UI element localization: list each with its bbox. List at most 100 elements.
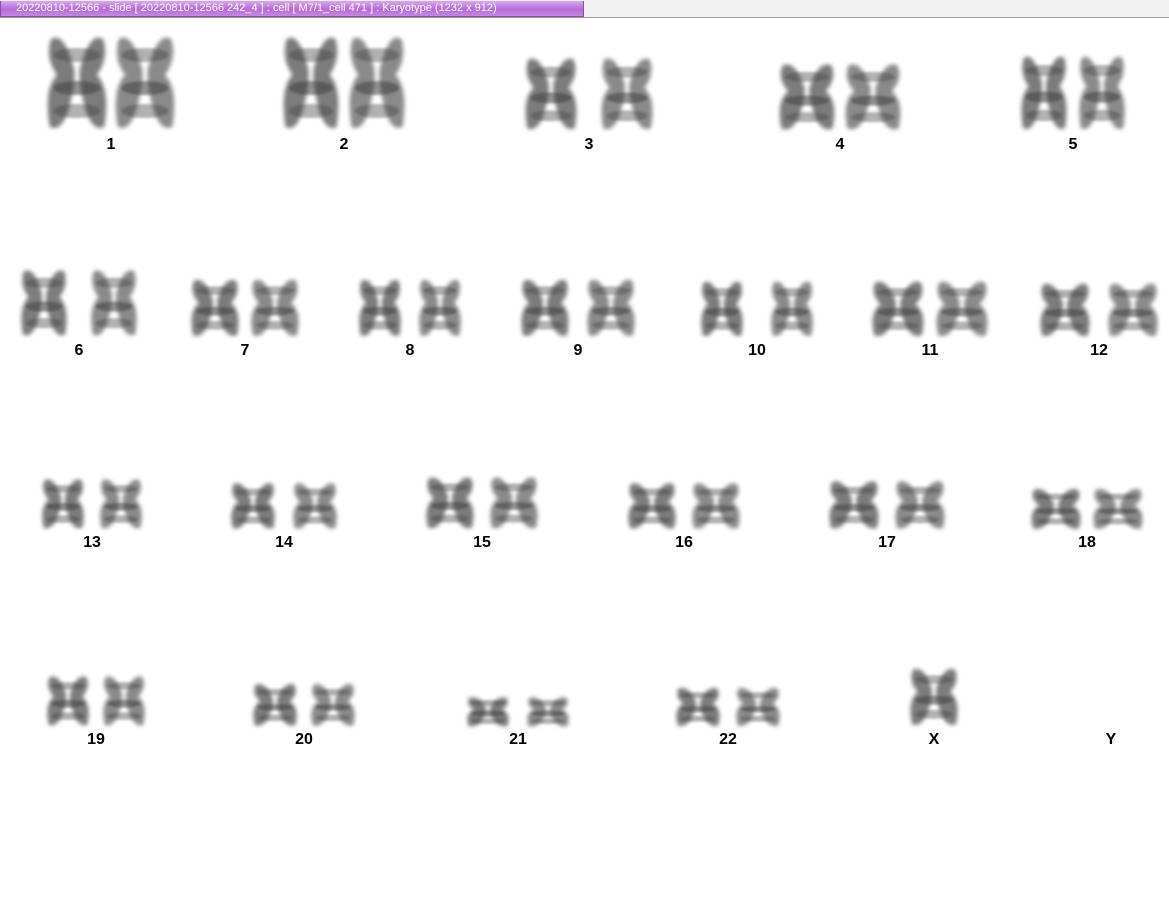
chromosome-image [293,483,337,529]
chromosome-9-2[interactable] [587,279,635,336]
chromosome-image [359,279,401,336]
chromosome-image [100,479,142,529]
chromosome-image [676,687,720,726]
chromosome-label: Y [1105,731,1117,748]
chromosome-label: 21 [509,731,527,748]
chromosome-20-2[interactable] [311,684,355,726]
chromosome-image [1021,56,1067,130]
chromosome-image [191,279,239,336]
chromosome-21-2[interactable] [527,697,569,727]
chromosome-image [349,37,405,129]
chromosome-label: 10 [748,342,766,359]
chromosome-17-1[interactable] [829,481,879,529]
chromosome-16-1[interactable] [628,483,676,529]
chromosome-5-2[interactable] [1079,56,1125,130]
chromosome-image [253,684,297,726]
chromosome-3-1[interactable] [525,58,577,130]
chromosome-image [283,37,339,129]
chromosome-label: 9 [573,342,583,359]
chromosome-image [1031,489,1081,529]
chromosome-image [521,279,569,336]
chromosome-11-2[interactable] [936,281,988,337]
chromosome-12-1[interactable] [1040,283,1090,337]
chromosome-10-1[interactable] [701,281,743,337]
chromosome-image [845,64,901,130]
chromosome-14-2[interactable] [293,483,337,529]
chromosome-image [736,687,780,726]
chromosome-7-2[interactable] [251,279,299,336]
chromosome-19-2[interactable] [103,676,145,726]
chromosome-image [467,697,509,727]
chromosome-label: 17 [878,534,896,551]
chromosome-image [419,279,461,336]
chromosome-image [21,270,67,336]
chromosome-label: X [928,731,940,748]
chromosome-label: 15 [473,534,491,551]
chromosome-label: 14 [275,534,293,551]
chromosome-image [1040,283,1090,337]
chromosome-image [115,37,175,129]
chromosome-label: 11 [921,342,939,359]
chromosome-8-2[interactable] [419,279,461,336]
chromosome-13-2[interactable] [100,479,142,529]
chromosome-8-1[interactable] [359,279,401,336]
window-title-tab[interactable]: 20220810-12566 - slide [ 20220810-12566 … [0,1,584,17]
chromosome-18-2[interactable] [1093,489,1143,529]
chromosome-x-1[interactable] [910,668,958,725]
chromosome-image [231,483,275,529]
chromosome-image [1108,283,1158,337]
karyotype-canvas: 1 2 3 4 5 6 7 8 9 10 11 12 13 14 15 16 17 18 19 20 21 22 X Y [0,18,1169,909]
chromosome-image [525,58,577,130]
chromosome-22-2[interactable] [736,687,780,726]
chromosome-label: 12 [1090,342,1108,359]
chromosome-2-1[interactable] [283,37,339,129]
chromosome-image [103,676,145,726]
chromosome-6-2[interactable] [91,270,137,336]
chromosome-label: 8 [405,342,415,359]
chromosome-image [601,58,653,130]
chromosome-15-1[interactable] [426,477,474,529]
chromosome-12-2[interactable] [1108,283,1158,337]
window-titlebar: 20220810-12566 - slide [ 20220810-12566 … [0,0,1169,18]
chromosome-label: 4 [835,136,845,153]
chromosome-image [701,281,743,337]
chromosome-label: 13 [83,534,101,551]
chromosome-19-1[interactable] [47,676,89,726]
chromosome-2-2[interactable] [349,37,405,129]
chromosome-4-2[interactable] [845,64,901,130]
chromosome-17-2[interactable] [895,481,945,529]
chromosome-image [829,481,879,529]
chromosome-13-1[interactable] [42,479,84,529]
chromosome-22-1[interactable] [676,687,720,726]
chromosome-label: 1 [106,136,116,153]
chromosome-image [311,684,355,726]
chromosome-image [91,270,137,336]
chromosome-7-1[interactable] [191,279,239,336]
chromosome-9-1[interactable] [521,279,569,336]
chromosome-10-2[interactable] [771,281,813,337]
chromosome-1-2[interactable] [115,37,175,129]
chromosome-label: 5 [1068,136,1078,153]
chromosome-label: 18 [1078,534,1096,551]
chromosome-image [895,481,945,529]
chromosome-image [251,279,299,336]
chromosome-label: 20 [295,731,313,748]
chromosome-4-1[interactable] [779,64,835,130]
chromosome-6-1[interactable] [21,270,67,336]
chromosome-3-2[interactable] [601,58,653,130]
chromosome-11-1[interactable] [872,281,924,337]
chromosome-image [872,281,924,337]
chromosome-16-2[interactable] [692,483,740,529]
chromosome-1-1[interactable] [47,37,107,129]
chromosome-image [910,668,958,725]
chromosome-14-1[interactable] [231,483,275,529]
chromosome-20-1[interactable] [253,684,297,726]
chromosome-21-1[interactable] [467,697,509,727]
chromosome-15-2[interactable] [490,477,538,529]
chromosome-label: 19 [87,731,105,748]
chromosome-5-1[interactable] [1021,56,1067,130]
chromosome-18-1[interactable] [1031,489,1081,529]
chromosome-label: 16 [675,534,693,551]
chromosome-label: 7 [240,342,250,359]
chromosome-image [587,279,635,336]
